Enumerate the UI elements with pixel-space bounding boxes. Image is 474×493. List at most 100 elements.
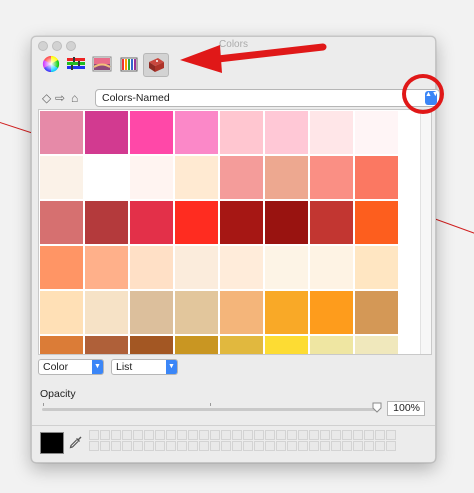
tab-crayons[interactable] xyxy=(143,53,169,77)
color-swatch[interactable] xyxy=(310,201,353,244)
favorite-swatch-slot[interactable] xyxy=(342,441,352,451)
favorite-swatch-slot[interactable] xyxy=(298,430,308,440)
tab-color-wheel[interactable] xyxy=(39,53,63,75)
favorite-swatch-slot[interactable] xyxy=(100,430,110,440)
tab-image-palettes[interactable] xyxy=(117,53,141,75)
current-color-well[interactable] xyxy=(40,432,64,454)
favorite-swatch-slot[interactable] xyxy=(155,430,165,440)
color-swatch[interactable] xyxy=(130,336,173,354)
favorite-swatch-slot[interactable] xyxy=(221,441,231,451)
favorite-swatch-slot[interactable] xyxy=(111,430,121,440)
favorite-swatch-slot[interactable] xyxy=(386,441,396,451)
favorite-swatch-slot[interactable] xyxy=(364,441,374,451)
color-swatch[interactable] xyxy=(220,246,263,289)
color-swatch[interactable] xyxy=(175,156,218,199)
favorite-swatch-slot[interactable] xyxy=(320,441,330,451)
back-button[interactable]: ◇ xyxy=(42,91,51,105)
color-swatch[interactable] xyxy=(40,246,83,289)
favorite-swatch-slot[interactable] xyxy=(232,430,242,440)
swatch-scrollbar[interactable] xyxy=(420,110,431,354)
favorite-swatch-slot[interactable] xyxy=(89,441,99,451)
favorite-swatch-slot[interactable] xyxy=(177,441,187,451)
opacity-slider[interactable] xyxy=(42,408,378,411)
color-swatch[interactable] xyxy=(220,201,263,244)
color-mode-select[interactable]: Color ▼ xyxy=(38,359,104,375)
color-swatch[interactable] xyxy=(310,336,353,354)
forward-button[interactable]: ⇨ xyxy=(55,91,65,105)
color-swatch[interactable] xyxy=(85,291,128,334)
color-swatch[interactable] xyxy=(175,336,218,354)
tab-color-sliders[interactable] xyxy=(64,53,88,75)
home-button[interactable]: ⌂ xyxy=(71,91,78,105)
color-swatch[interactable] xyxy=(130,291,173,334)
favorite-swatch-slot[interactable] xyxy=(309,441,319,451)
color-swatch[interactable] xyxy=(310,291,353,334)
favorite-swatch-slot[interactable] xyxy=(210,441,220,451)
favorite-swatch-slot[interactable] xyxy=(353,430,363,440)
color-swatch[interactable] xyxy=(130,246,173,289)
color-swatch[interactable] xyxy=(355,156,398,199)
color-swatch[interactable] xyxy=(40,336,83,354)
favorite-swatch-slot[interactable] xyxy=(111,441,121,451)
favorite-swatch-slot[interactable] xyxy=(177,430,187,440)
view-mode-select[interactable]: List ▼ xyxy=(111,359,178,375)
favorite-swatch-slot[interactable] xyxy=(144,430,154,440)
favorite-swatch-slot[interactable] xyxy=(320,430,330,440)
favorite-swatch-slot[interactable] xyxy=(199,430,209,440)
color-swatch[interactable] xyxy=(85,111,128,154)
favorite-swatch-slot[interactable] xyxy=(309,430,319,440)
favorite-swatch-slot[interactable] xyxy=(265,430,275,440)
color-swatch[interactable] xyxy=(130,111,173,154)
favorite-swatch-slot[interactable] xyxy=(243,430,253,440)
favorite-swatch-slot[interactable] xyxy=(188,441,198,451)
favorite-swatch-slot[interactable] xyxy=(221,430,231,440)
favorite-swatch-slot[interactable] xyxy=(298,441,308,451)
color-swatch[interactable] xyxy=(310,156,353,199)
palette-select[interactable]: Colors-Named ▲▼ xyxy=(95,89,440,107)
favorite-swatch-slot[interactable] xyxy=(199,441,209,451)
color-swatch[interactable] xyxy=(175,246,218,289)
favorite-swatch-slot[interactable] xyxy=(100,441,110,451)
favorite-swatch-slot[interactable] xyxy=(133,441,143,451)
color-swatch[interactable] xyxy=(355,246,398,289)
favorite-swatch-slot[interactable] xyxy=(144,441,154,451)
color-swatch[interactable] xyxy=(265,336,308,354)
opacity-value-field[interactable]: 100% xyxy=(387,401,425,416)
color-swatch[interactable] xyxy=(40,156,83,199)
color-swatch[interactable] xyxy=(85,201,128,244)
color-swatch[interactable] xyxy=(220,156,263,199)
favorite-swatch-slot[interactable] xyxy=(155,441,165,451)
favorite-swatch-slot[interactable] xyxy=(375,430,385,440)
color-swatch[interactable] xyxy=(175,111,218,154)
favorite-swatch-slot[interactable] xyxy=(342,430,352,440)
eyedropper-icon[interactable] xyxy=(68,434,84,450)
color-swatch[interactable] xyxy=(355,201,398,244)
color-swatch[interactable] xyxy=(265,291,308,334)
color-swatch[interactable] xyxy=(265,156,308,199)
color-swatch[interactable] xyxy=(355,291,398,334)
favorite-swatch-slot[interactable] xyxy=(276,441,286,451)
favorite-swatch-slot[interactable] xyxy=(287,441,297,451)
favorite-swatch-slot[interactable] xyxy=(254,441,264,451)
color-swatch[interactable] xyxy=(265,111,308,154)
color-swatch[interactable] xyxy=(265,201,308,244)
color-swatch[interactable] xyxy=(220,336,263,354)
color-swatch[interactable] xyxy=(40,201,83,244)
color-swatch[interactable] xyxy=(355,111,398,154)
favorite-swatch-slot[interactable] xyxy=(254,430,264,440)
favorite-swatch-slot[interactable] xyxy=(122,441,132,451)
favorite-swatch-slot[interactable] xyxy=(166,430,176,440)
color-swatch[interactable] xyxy=(175,291,218,334)
favorite-swatch-slot[interactable] xyxy=(364,430,374,440)
favorite-swatch-slot[interactable] xyxy=(331,430,341,440)
color-swatch[interactable] xyxy=(220,291,263,334)
color-swatch[interactable] xyxy=(220,111,263,154)
opacity-slider-thumb[interactable] xyxy=(372,402,382,413)
color-swatch[interactable] xyxy=(85,156,128,199)
favorite-swatch-slot[interactable] xyxy=(287,430,297,440)
favorite-swatch-slot[interactable] xyxy=(166,441,176,451)
color-swatch[interactable] xyxy=(40,111,83,154)
color-swatch[interactable] xyxy=(130,156,173,199)
favorite-swatch-slot[interactable] xyxy=(375,441,385,451)
favorite-swatch-slot[interactable] xyxy=(353,441,363,451)
